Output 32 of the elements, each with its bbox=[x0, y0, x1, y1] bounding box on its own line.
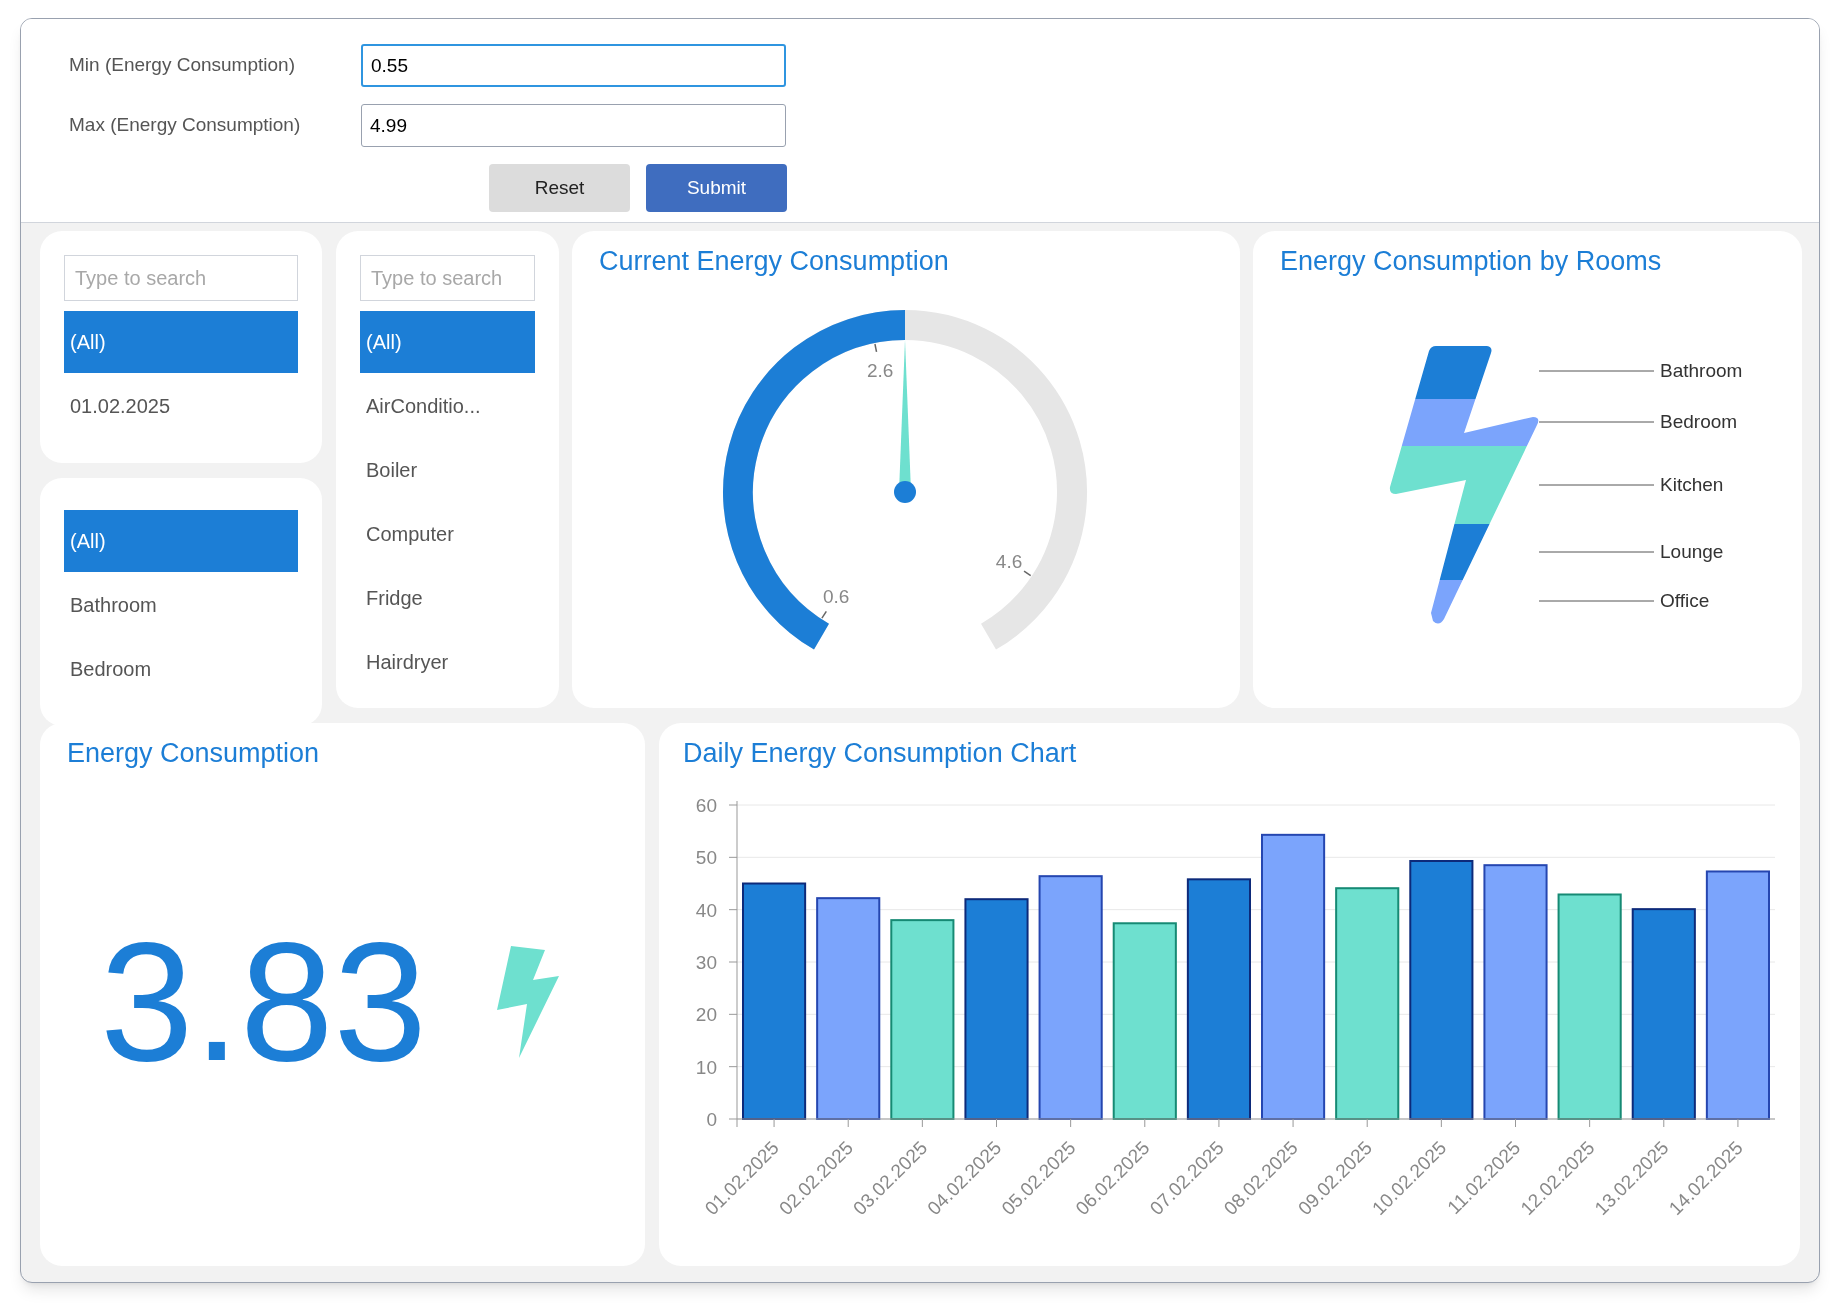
room-label: Office bbox=[1660, 590, 1710, 611]
reset-button[interactable]: Reset bbox=[489, 164, 630, 212]
card-title: Current Energy Consumption bbox=[598, 245, 950, 278]
card-title: Daily Energy Consumption Chart bbox=[682, 737, 1078, 770]
room-label: Lounge bbox=[1660, 541, 1724, 562]
number-input[interactable]: 0.55 bbox=[361, 44, 786, 87]
list-item[interactable]: (All) bbox=[64, 510, 298, 572]
kpi-value: 3.83 bbox=[100, 918, 427, 1086]
field-label: Max (Energy Consumption) bbox=[69, 113, 302, 138]
room-label: Bathroom bbox=[1660, 360, 1743, 381]
field-label: Min (Energy Consumption) bbox=[69, 53, 296, 78]
y-tick-label: 10 bbox=[695, 1056, 717, 1078]
y-tick-label: 20 bbox=[695, 1004, 717, 1026]
gauge-tick-label: 0.6 bbox=[823, 586, 850, 608]
room-label: Kitchen bbox=[1660, 474, 1724, 495]
list-item[interactable]: (All) bbox=[64, 311, 298, 373]
y-tick-label: 50 bbox=[695, 847, 717, 869]
y-tick-label: 0 bbox=[706, 1109, 717, 1130]
search-field[interactable]: Type to search bbox=[64, 255, 298, 301]
search-field[interactable]: Type to search bbox=[360, 255, 535, 301]
card-title: Energy Consumption bbox=[66, 737, 321, 770]
y-tick-label: 60 bbox=[695, 795, 717, 816]
room-label: Bedroom bbox=[1660, 411, 1738, 432]
number-input[interactable]: 4.99 bbox=[361, 104, 786, 147]
y-tick-label: 30 bbox=[695, 952, 717, 973]
lightning-icon bbox=[497, 946, 559, 1058]
submit-button[interactable]: Submit bbox=[646, 164, 787, 212]
gauge-tick-label: 4.6 bbox=[995, 551, 1023, 573]
y-tick-label: 40 bbox=[695, 899, 717, 921]
list-item[interactable]: (All) bbox=[360, 311, 535, 373]
gauge-tick-label: 2.6 bbox=[866, 359, 894, 381]
card-title: Energy Consumption by Rooms bbox=[1279, 245, 1663, 278]
